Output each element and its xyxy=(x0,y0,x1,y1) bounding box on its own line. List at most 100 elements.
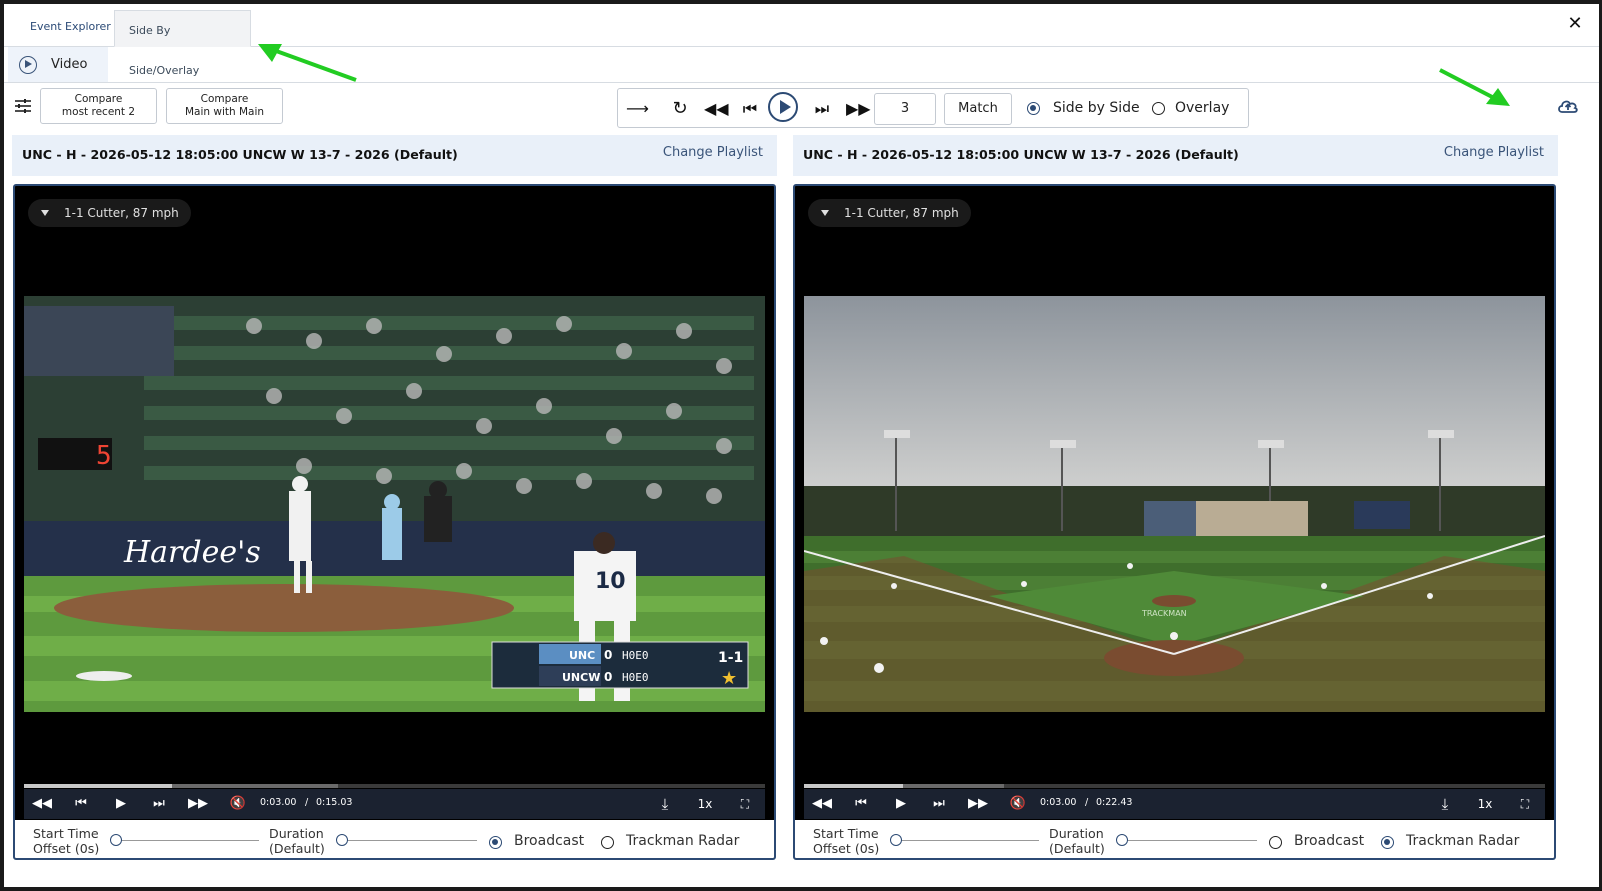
download-icon[interactable]: ⤓ xyxy=(656,795,674,813)
rewind-icon[interactable]: ◀◀ xyxy=(32,795,52,813)
annotation-arrow-icon xyxy=(258,44,357,82)
left-duration-line1: Duration xyxy=(269,826,324,841)
arrow-right-icon[interactable]: ⟶ xyxy=(626,99,649,119)
skip-previous-icon[interactable]: ⏮ xyxy=(740,99,760,119)
mute-icon[interactable]: 🔇 xyxy=(1009,795,1027,813)
right-broadcast-label: Broadcast xyxy=(1294,833,1365,849)
compare-recent-line1: Compare xyxy=(74,93,123,105)
right-speed-button[interactable]: 1x xyxy=(1476,795,1494,813)
left-video-controls: ◀◀ ⏮ ▶ ⏭ ▶▶ 🔇 0:03.00 / 0:15.03 ⤓ 1x ⛶ xyxy=(24,789,765,819)
skip-next-icon[interactable]: ⏭ xyxy=(150,795,168,813)
side-by-side-label: Side by Side xyxy=(1053,100,1140,116)
compare-most-recent-button[interactable]: Compare most recent 2 xyxy=(40,88,157,124)
left-duration-slider[interactable] xyxy=(341,840,477,841)
divider xyxy=(4,82,1599,83)
left-time-current: 0:03.00 xyxy=(260,797,297,808)
left-trackman-label: Trackman Radar xyxy=(626,833,740,849)
left-trackman-radio[interactable] xyxy=(601,836,614,849)
close-icon[interactable]: ✕ xyxy=(1565,14,1585,34)
right-start-offset-label: Start Time Offset (0s) xyxy=(813,826,879,856)
side-by-side-modal: Event Explorer Side By Side/Overlay ✕ Vi… xyxy=(4,4,1599,887)
compare-main-line2: Main with Main xyxy=(184,106,265,118)
clip-count-input[interactable]: 3 xyxy=(874,93,936,125)
scorebug: UNC 0 UNCW 0 H0E0 H0E0 1-1 ★ xyxy=(491,641,749,689)
right-duration-line2: (Default) xyxy=(1049,841,1105,856)
left-duration-line2: (Default) xyxy=(269,841,325,856)
left-progress-fill xyxy=(24,784,173,788)
right-start-offset-slider[interactable] xyxy=(895,840,1039,841)
left-progress-bar[interactable] xyxy=(24,784,765,788)
right-trackman-label: Trackman Radar xyxy=(1406,833,1520,849)
left-playlist-title: UNC - H - 2026-05-12 18:05:00 UNCW W 13-… xyxy=(22,147,458,162)
right-broadcast-radio[interactable] xyxy=(1269,836,1282,849)
right-playlist-title: UNC - H - 2026-05-12 18:05:00 UNCW W 13-… xyxy=(803,147,1239,162)
play-icon[interactable] xyxy=(768,92,798,122)
replay-icon[interactable]: ↻ xyxy=(670,99,690,119)
skip-next-icon[interactable]: ⏭ xyxy=(812,99,832,119)
left-speed-button[interactable]: 1x xyxy=(696,795,714,813)
right-pitch-dropdown[interactable]: 1-1 Cutter, 87 mph xyxy=(808,199,971,227)
mute-icon[interactable]: 🔇 xyxy=(229,795,247,813)
bottom-strip xyxy=(4,866,1599,887)
left-start-offset-line1: Start Time xyxy=(33,826,99,841)
subtab-video[interactable]: Video xyxy=(8,47,108,82)
playback-control-group: ⟶ ↻ ◀◀ ⏮ ⏭ ▶▶ 3 Match Side by Side Overl… xyxy=(617,88,1249,128)
right-video-frame[interactable]: TRACKMAN xyxy=(804,296,1545,712)
rewind-icon[interactable]: ◀◀ xyxy=(812,795,832,813)
right-time-current: 0:03.00 xyxy=(1040,797,1077,808)
left-video-frame[interactable]: 5 Hardee's 10 UNC 0 UNCW 0 H0E0 H0E0 1-1… xyxy=(24,296,765,712)
left-start-offset-knob[interactable] xyxy=(110,834,122,846)
scorebug-team1: UNC xyxy=(569,649,595,662)
overlay-radio[interactable] xyxy=(1152,102,1165,115)
skip-previous-icon[interactable]: ⏮ xyxy=(852,795,870,813)
left-duration-label: Duration (Default) xyxy=(269,826,325,856)
right-duration-label: Duration (Default) xyxy=(1049,826,1105,856)
left-duration-knob[interactable] xyxy=(336,834,348,846)
scorebug-hoe1: H0E0 xyxy=(622,649,649,662)
skip-previous-icon[interactable]: ⏮ xyxy=(72,795,90,813)
right-duration-line1: Duration xyxy=(1049,826,1104,841)
left-change-playlist-link[interactable]: Change Playlist xyxy=(663,145,763,160)
right-trackman-radio[interactable] xyxy=(1381,836,1394,849)
left-broadcast-label: Broadcast xyxy=(514,833,585,849)
left-pitch-dropdown[interactable]: 1-1 Cutter, 87 mph xyxy=(28,199,191,227)
fullscreen-icon[interactable]: ⛶ xyxy=(736,795,754,813)
field-logo-text: TRACKMAN xyxy=(1141,609,1187,618)
fast-forward-icon[interactable]: ▶▶ xyxy=(188,795,208,813)
right-duration-slider[interactable] xyxy=(1121,840,1257,841)
tab-event-explorer[interactable]: Event Explorer xyxy=(16,4,125,46)
compare-main-button[interactable]: Compare Main with Main xyxy=(166,88,283,124)
right-progress-bar[interactable] xyxy=(804,784,1545,788)
right-video-controls: ◀◀ ⏮ ▶ ⏭ ▶▶ 🔇 0:03.00 / 0:22.43 ⤓ 1x ⛶ xyxy=(804,789,1545,819)
filter-sliders-icon[interactable] xyxy=(14,98,32,114)
right-change-playlist-link[interactable]: Change Playlist xyxy=(1444,145,1544,160)
annotation-arrow-icon xyxy=(1439,68,1510,106)
play-icon[interactable]: ▶ xyxy=(112,795,130,813)
play-icon[interactable]: ▶ xyxy=(892,795,910,813)
cloud-upload-icon[interactable] xyxy=(1557,98,1579,114)
download-icon[interactable]: ⤓ xyxy=(1436,795,1454,813)
right-offset-controls: Start Time Offset (0s) Duration (Default… xyxy=(795,820,1554,858)
left-start-offset-slider[interactable] xyxy=(115,840,259,841)
broadcast-scene: 5 Hardee's 10 UNC 0 UNCW 0 H0E0 H0E0 1-1… xyxy=(24,296,765,712)
tab-side-by-side-overlay[interactable]: Side By Side/Overlay xyxy=(114,10,251,77)
match-button[interactable]: Match xyxy=(944,93,1012,125)
left-broadcast-radio[interactable] xyxy=(489,836,502,849)
skip-next-icon[interactable]: ⏭ xyxy=(930,795,948,813)
left-time-total: 0:15.03 xyxy=(316,797,353,808)
right-start-offset-knob[interactable] xyxy=(890,834,902,846)
left-start-offset-label: Start Time Offset (0s) xyxy=(33,826,99,856)
right-duration-knob[interactable] xyxy=(1116,834,1128,846)
right-video-player: 1-1 Cutter, 87 mph TRACKMAN ◀◀ ⏮ ▶ ⏭ ▶▶ … xyxy=(793,184,1556,860)
overlay-label: Overlay xyxy=(1175,100,1230,116)
side-by-side-radio[interactable] xyxy=(1027,102,1040,115)
fullscreen-icon[interactable]: ⛶ xyxy=(1516,795,1534,813)
subtab-video-label: Video xyxy=(51,57,88,72)
left-video-player: 1-1 Cutter, 87 mph 5 Hardee's 10 UNC 0 U… xyxy=(13,184,776,860)
compare-recent-line2: most recent 2 xyxy=(61,106,136,118)
rewind-icon[interactable]: ◀◀ xyxy=(704,99,729,119)
fast-forward-icon[interactable]: ▶▶ xyxy=(846,99,871,119)
fast-forward-icon[interactable]: ▶▶ xyxy=(968,795,988,813)
scorebug-hoe2: H0E0 xyxy=(622,671,649,684)
tab-bar: Event Explorer Side By Side/Overlay ✕ xyxy=(4,4,1599,77)
